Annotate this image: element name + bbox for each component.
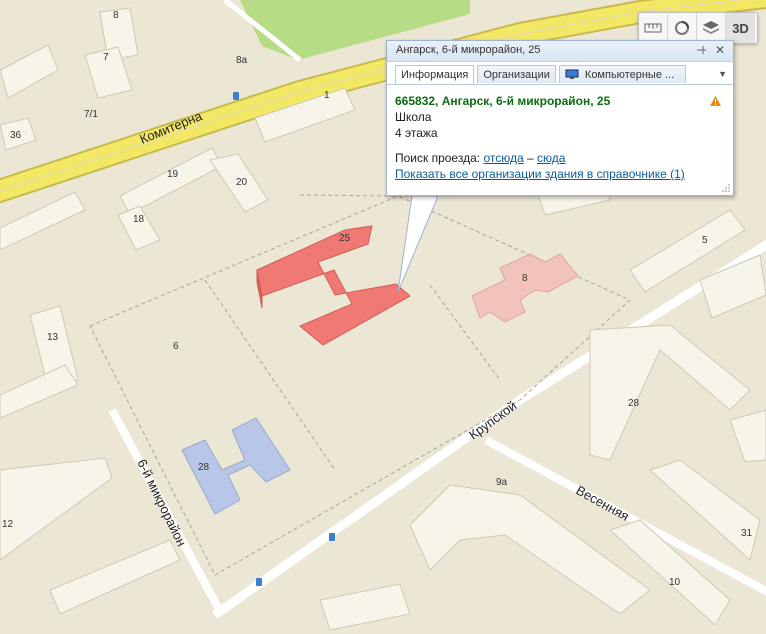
- tab-info[interactable]: Информация: [395, 65, 475, 84]
- show-all-organizations-link[interactable]: Показать все организации здания в справо…: [395, 166, 685, 182]
- route-search-row: Поиск проезда: отсюда – сюда: [395, 150, 685, 166]
- map-label-5: 5: [702, 235, 708, 246]
- info-popup: Ангарск, 6-й микрорайон, 25 ✕ Информация…: [386, 40, 734, 196]
- map-label-8a: 8а: [236, 55, 248, 66]
- map-label-18: 18: [133, 214, 145, 225]
- popup-body: 665832, Ангарск, 6-й микрорайон, 25 Школ…: [395, 93, 685, 182]
- pin-icon[interactable]: [696, 44, 707, 56]
- map-label-31: 31: [741, 528, 753, 539]
- map-label-8-right: 8: [522, 273, 528, 284]
- map-label-19: 19: [167, 169, 179, 180]
- map-label-36: 36: [10, 130, 22, 141]
- popup-header: Ангарск, 6-й микрорайон, 25 ✕: [387, 41, 733, 62]
- map-label-28-right: 28: [628, 398, 640, 409]
- map-label-1: 1: [324, 90, 330, 101]
- building-type: Школа: [395, 110, 432, 124]
- map-label-12: 12: [2, 519, 14, 530]
- ruler-icon[interactable]: [639, 13, 668, 43]
- route-from-link[interactable]: отсюда: [483, 151, 523, 165]
- map-label-28-left: 28: [198, 462, 210, 473]
- popup-title: Ангарск, 6-й микрорайон, 25: [396, 44, 541, 56]
- map-label-7: 7: [103, 52, 109, 63]
- district-label: 6: [173, 341, 179, 352]
- tab-computer-label: Компьютерные ...: [584, 68, 675, 81]
- map-label-7-1: 7/1: [84, 109, 98, 120]
- floors-count: 4 этажа: [395, 126, 438, 140]
- warning-icon[interactable]: [710, 96, 721, 106]
- 3d-toggle-button[interactable]: 3D: [726, 13, 755, 43]
- popup-tabs: Информация Организации Компьютерные ...: [395, 65, 689, 84]
- traffic-icon[interactable]: [668, 13, 697, 43]
- close-icon[interactable]: ✕: [715, 43, 725, 57]
- layers-icon[interactable]: [697, 13, 726, 43]
- map-label-13: 13: [47, 332, 59, 343]
- resize-grip-icon[interactable]: [722, 184, 730, 192]
- address-text: 665832, Ангарск, 6-й микрорайон, 25: [395, 94, 611, 108]
- tabs-dropdown-icon[interactable]: ▼: [718, 69, 727, 79]
- map-label-8-top: 8: [113, 10, 119, 21]
- computer-icon: [565, 69, 579, 79]
- tab-organizations[interactable]: Организации: [477, 65, 556, 83]
- map-label-25: 25: [339, 233, 351, 244]
- map-label-9a: 9а: [496, 477, 508, 488]
- route-prefix: Поиск проезда:: [395, 151, 481, 165]
- route-separator: –: [526, 151, 534, 165]
- map-label-10: 10: [669, 577, 681, 588]
- tab-computer[interactable]: Компьютерные ...: [558, 65, 686, 83]
- map-label-20: 20: [236, 177, 248, 188]
- route-to-link[interactable]: сюда: [537, 151, 565, 165]
